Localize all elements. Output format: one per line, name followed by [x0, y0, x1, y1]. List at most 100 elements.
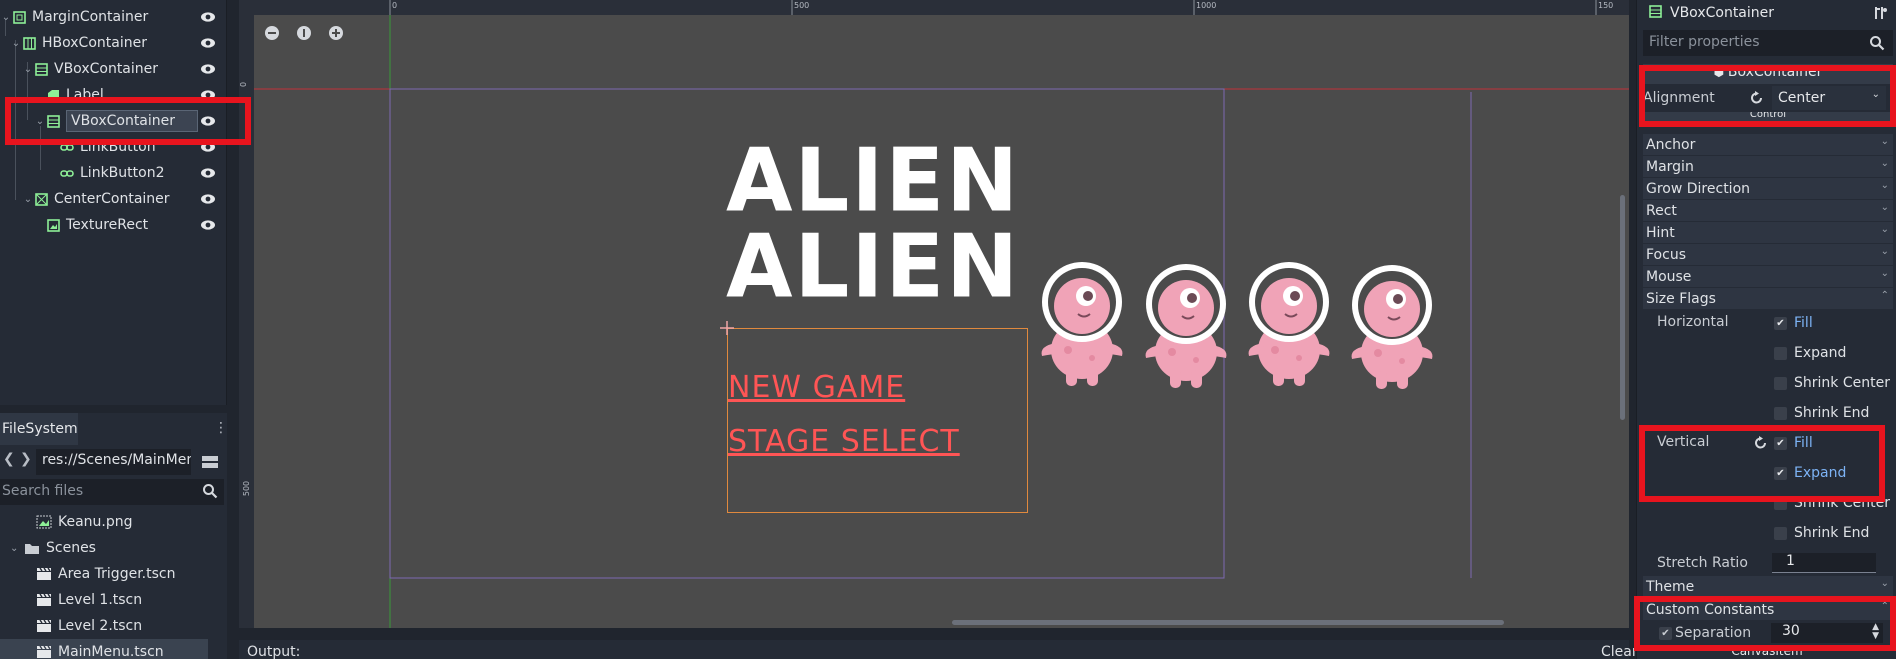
checkbox-empty-icon	[1774, 376, 1787, 390]
visibility-eye-icon[interactable]	[200, 165, 216, 181]
tree-node-label: LinkButton2	[80, 165, 165, 181]
section-title: CanvasItem	[1731, 650, 1803, 658]
kebab-menu-icon[interactable]: ⋮	[214, 421, 228, 437]
list-item[interactable]: Area Trigger.tscn	[0, 561, 227, 587]
list-item[interactable]: Level 1.tscn	[0, 587, 227, 613]
scene-file-icon	[36, 619, 52, 633]
chevron-down-icon: ⌄	[1880, 246, 1889, 257]
filter-properties-input[interactable]: Filter properties	[1643, 30, 1893, 56]
visibility-eye-icon[interactable]	[200, 9, 216, 25]
ruler-label: 0	[392, 1, 398, 10]
checkbox-empty-icon	[1774, 346, 1787, 360]
zoom-reset-icon[interactable]	[293, 22, 315, 44]
search-files-input[interactable]: Search files	[0, 479, 224, 505]
stretch-ratio-label: Stretch Ratio	[1657, 555, 1748, 571]
highlight-box-vertical-flags	[1639, 425, 1885, 502]
highlight-box-separation	[1634, 596, 1896, 651]
forward-arrow-icon[interactable]: ❯	[20, 451, 32, 467]
horizontal-scrollbar[interactable]	[952, 620, 1504, 625]
hbox-container-icon	[22, 36, 36, 50]
title-line: ALIEN	[726, 215, 1021, 318]
category-theme[interactable]: Theme ⌄	[1643, 576, 1893, 597]
list-item[interactable]: Keanu.png	[0, 509, 227, 535]
folder-icon	[24, 541, 40, 555]
category-label: Theme	[1646, 578, 1695, 595]
horizontal-fill-checkbox[interactable]: ✔ Fill	[1774, 315, 1813, 331]
category-anchor[interactable]: Anchor ⌄	[1643, 134, 1893, 155]
inspector-node-name: VBoxContainer	[1670, 5, 1775, 21]
clear-button[interactable]: Clear	[1601, 644, 1638, 659]
visibility-eye-icon[interactable]	[200, 35, 216, 51]
visibility-eye-icon[interactable]	[200, 217, 216, 233]
chevron-down-icon[interactable]: ⌄	[10, 543, 24, 554]
category-margin[interactable]: Margin ⌄	[1643, 156, 1893, 177]
list-item[interactable]: MainMenu.tscn	[0, 639, 208, 659]
highlight-box-tree-node	[5, 97, 251, 145]
selected-vbox-outline[interactable]	[727, 328, 1028, 513]
split-view-icon[interactable]	[201, 453, 219, 471]
pivot-cross-icon[interactable]	[720, 321, 734, 335]
zoom-in-icon[interactable]	[325, 22, 347, 44]
back-arrow-icon[interactable]: ❮	[3, 451, 15, 467]
category-mouse[interactable]: Mouse ⌄	[1643, 266, 1893, 287]
scene-file-icon	[36, 567, 52, 581]
margin-container-icon	[12, 10, 26, 24]
texture-rect-icon	[46, 218, 60, 232]
inspector-header: VBoxContainer	[1637, 0, 1896, 26]
search-icon[interactable]	[1869, 35, 1885, 51]
tree-node-linkbutton2[interactable]: LinkButton2	[0, 160, 227, 186]
scene-file-icon	[36, 645, 52, 659]
tree-node-label: HBoxContainer	[42, 35, 147, 51]
filesystem-panel: FileSystem ⋮ ❮ ❯ res://Scenes/MainMen Se…	[0, 413, 228, 659]
horizontal-shrink-end-checkbox[interactable]: Shrink End	[1774, 405, 1869, 421]
alien-sprite-4	[1350, 264, 1434, 390]
new-game-link[interactable]: NEW GAME	[728, 370, 905, 405]
vertical-scrollbar[interactable]	[1620, 195, 1625, 420]
file-name: Area Trigger.tscn	[58, 566, 176, 582]
alien-sprites-texture[interactable]	[1034, 258, 1444, 393]
path-field[interactable]: res://Scenes/MainMen	[36, 449, 191, 475]
list-item[interactable]: Level 2.tscn	[0, 613, 227, 639]
chevron-down-icon[interactable]: ⌄	[0, 12, 12, 23]
horizontal-shrink-center-checkbox[interactable]: Shrink Center	[1774, 375, 1890, 391]
output-label[interactable]: Output:	[247, 644, 300, 659]
chevron-up-icon: ⌃	[1880, 290, 1889, 301]
checkbox-label: Expand	[1794, 345, 1847, 361]
tree-node-vboxcontainer[interactable]: ⌄ VBoxContainer	[0, 56, 227, 82]
category-focus[interactable]: Focus ⌄	[1643, 244, 1893, 265]
category-hint[interactable]: Hint ⌄	[1643, 222, 1893, 243]
checkbox-label: Shrink Center	[1794, 375, 1890, 391]
tree-node-centercontainer[interactable]: ⌄ CenterContainer	[0, 186, 227, 212]
object-tools-icon[interactable]	[1873, 5, 1889, 21]
chevron-down-icon[interactable]: ⌄	[22, 64, 34, 75]
chevron-down-icon: ⌄	[1880, 224, 1889, 235]
vertical-shrink-end-checkbox[interactable]: Shrink End	[1774, 525, 1869, 541]
tree-node-hboxcontainer[interactable]: ⌄ HBoxContainer	[0, 30, 227, 56]
stage-select-link[interactable]: STAGE SELECT	[728, 424, 960, 459]
visibility-eye-icon[interactable]	[200, 61, 216, 77]
chevron-down-icon[interactable]: ⌄	[22, 194, 34, 205]
search-icon[interactable]	[202, 483, 218, 499]
center-container-icon	[34, 192, 48, 206]
checkbox-empty-icon	[1774, 526, 1787, 540]
category-size-flags[interactable]: Size Flags ⌃	[1643, 288, 1893, 309]
list-item[interactable]: ⌄ Scenes	[0, 535, 227, 561]
chevron-down-icon: ⌄	[1880, 268, 1889, 279]
visibility-eye-icon[interactable]	[200, 191, 216, 207]
ruler-label: 150	[1598, 1, 1614, 10]
editor-viewport[interactable]: 0 500 1000 150 0 500 ALIEN ALIEN NEW GAM…	[239, 0, 1629, 628]
checkbox-label: Fill	[1794, 315, 1813, 331]
chevron-down-icon[interactable]: ⌄	[10, 38, 22, 49]
tab-filesystem[interactable]: FileSystem	[0, 413, 78, 445]
tree-node-texturerect[interactable]: TextureRect	[0, 212, 227, 238]
stretch-ratio-input[interactable]: 1	[1772, 553, 1876, 573]
zoom-out-icon[interactable]	[261, 22, 283, 44]
vbox-container-icon	[1649, 4, 1662, 22]
tree-node-margincontainer[interactable]: ⌄ MarginContainer	[0, 4, 227, 30]
canvasitem-section-header[interactable]: CanvasItem	[1637, 650, 1896, 659]
game-title-label[interactable]: ALIEN ALIEN	[726, 137, 1021, 318]
category-grow-direction[interactable]: Grow Direction ⌄	[1643, 178, 1893, 199]
file-name: MainMenu.tscn	[58, 644, 164, 659]
category-rect[interactable]: Rect ⌄	[1643, 200, 1893, 221]
horizontal-expand-checkbox[interactable]: Expand	[1774, 345, 1846, 361]
